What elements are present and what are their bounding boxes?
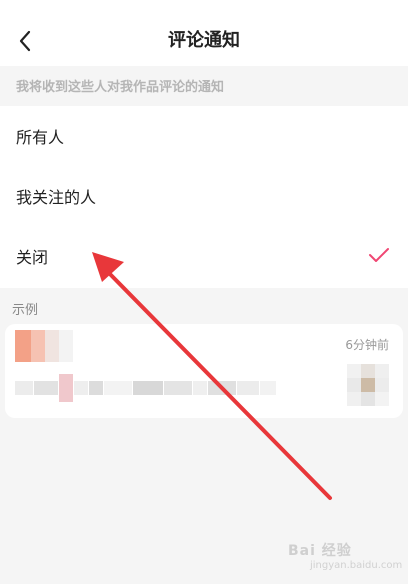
option-off[interactable]: 关闭 xyxy=(0,226,408,286)
section-hint-text: 我将收到这些人对我作品评论的通知 xyxy=(16,80,225,95)
watermark-url: jingyan.baidu.com xyxy=(310,560,403,571)
blurred-comment-text xyxy=(15,372,315,404)
page-title: 评论通知 xyxy=(168,30,240,51)
options-list: 所有人 我关注的人 关闭 xyxy=(0,106,408,288)
option-label: 我关注的人 xyxy=(16,188,97,207)
option-label: 所有人 xyxy=(16,128,65,147)
option-label: 关闭 xyxy=(16,248,49,267)
post-thumbnail xyxy=(347,364,389,406)
watermark-logo: Bai 经验 xyxy=(288,543,352,559)
example-title: 示例 xyxy=(12,303,39,318)
avatar xyxy=(15,330,79,362)
checkmark-icon xyxy=(369,248,389,262)
comment-time: 6分钟前 xyxy=(345,338,389,352)
option-everyone[interactable]: 所有人 xyxy=(0,106,408,166)
example-card: 6分钟前 xyxy=(5,324,403,418)
option-following[interactable]: 我关注的人 xyxy=(0,166,408,226)
section-hint: 我将收到这些人对我作品评论的通知 xyxy=(0,66,408,106)
